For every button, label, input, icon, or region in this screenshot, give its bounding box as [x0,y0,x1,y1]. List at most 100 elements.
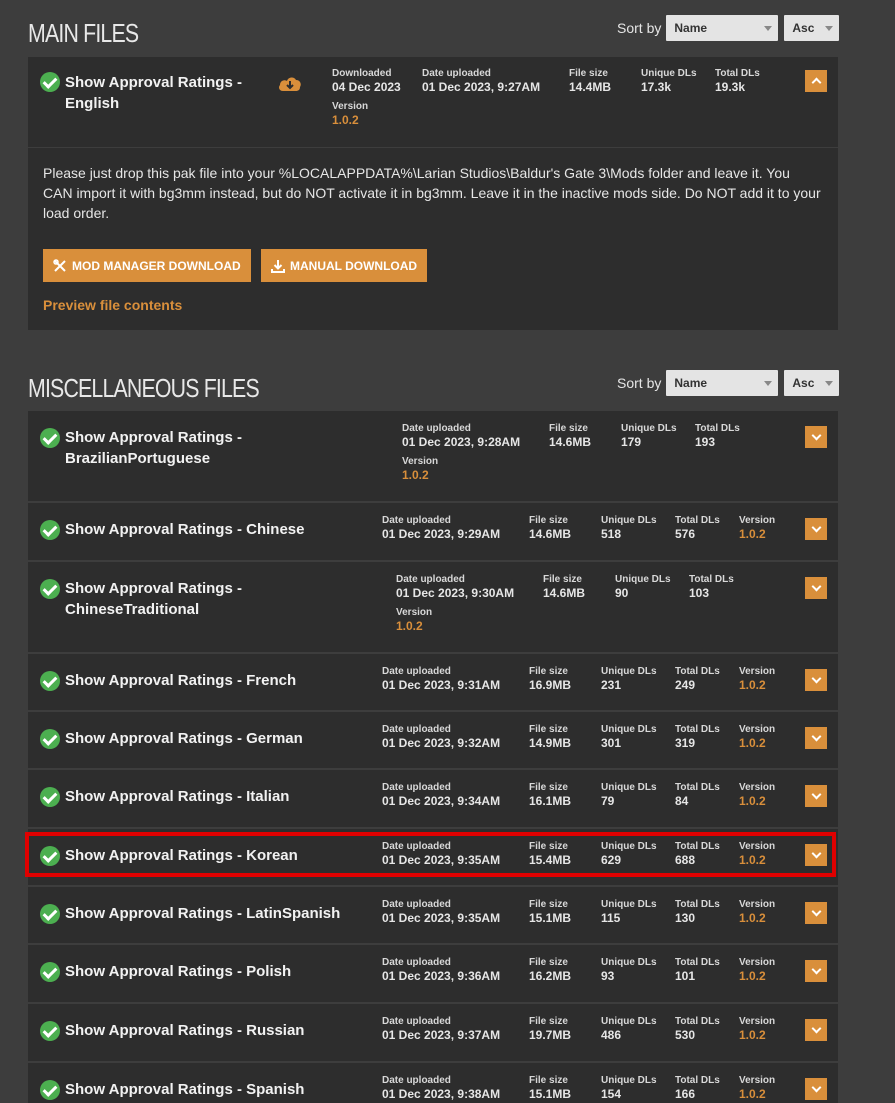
uploaded-stat: Date uploaded 01 Dec 2023, 9:32AM [382,724,500,750]
mod-manager-download-button[interactable]: MOD MANAGER DOWNLOAD [43,249,251,282]
file-name[interactable]: Show Approval Ratings - ChineseTraditiona… [65,578,242,620]
file-name[interactable]: Show Approval Ratings - LatinSpanish [65,903,340,924]
stat-value: 301 [601,736,622,750]
expand-button[interactable] [805,785,827,807]
downloaded-stat: Downloaded 04 Dec 2023 [332,68,401,94]
check-icon [40,72,60,92]
stat-value: 16.9MB [529,678,572,692]
stat-label: Date uploaded [382,666,451,677]
expand-button[interactable] [805,902,827,924]
file-row[interactable]: Show Approval Ratings - German Date uplo… [28,712,838,769]
stat-value: 01 Dec 2023, 9:31AM [382,678,501,692]
stat-label: Total DLs [675,666,720,677]
file-row[interactable]: Show Approval Ratings - Italian Date upl… [28,770,838,828]
stat-value: 1.0.2 [402,468,429,482]
file-name-line1: Show Approval Ratings - Spanish [65,1081,305,1098]
file-name[interactable]: Show Approval Ratings - Russian [65,1020,304,1041]
expand-button[interactable] [805,960,827,982]
stat-value: 179 [621,435,642,449]
stat-label: Date uploaded [382,515,451,526]
expand-button[interactable] [805,669,827,691]
stat-value: 101 [675,969,696,983]
check-icon [40,579,60,599]
uploaded-stat: Date uploaded 01 Dec 2023, 9:29AM [382,515,500,541]
check-icon [40,671,60,691]
stat-label: Total DLs [675,1075,720,1086]
size-stat: File size 14.4MB [569,68,611,94]
file-row[interactable]: Show Approval Ratings - BrazilianPortugue… [28,411,838,502]
file-name[interactable]: Show Approval Ratings - Chinese [65,519,304,540]
file-row[interactable]: Show Approval Ratings - French Date uplo… [28,654,838,711]
sort-field-select[interactable]: Name [666,370,779,396]
file-name-line1: Show Approval Ratings - LatinSpanish [65,905,341,922]
stat-value: 1.0.2 [739,911,766,925]
file-row[interactable]: Show Approval Ratings - Spanish Date upl… [28,1063,838,1103]
file-row[interactable]: Show Approval Ratings - Russian Date upl… [28,1004,838,1062]
stat-value: 1.0.2 [739,969,766,983]
expand-button[interactable] [805,1019,827,1041]
stat-label: Unique DLs [601,782,657,793]
caret-down-icon [764,381,773,386]
expand-button[interactable] [805,727,827,749]
unique-stat: Unique DLs 90 [615,574,671,600]
expand-button[interactable] [805,518,827,540]
file-row[interactable]: Show Approval Ratings - ChineseTraditiona… [28,562,838,653]
sort-field-value: Name [674,21,708,35]
stat-label: Total DLs [715,68,760,79]
sort-field-select[interactable]: Name [666,15,779,41]
stat-label: Version [396,607,433,618]
file-name[interactable]: Show Approval Ratings - French [65,670,296,691]
main-sort-controls: Sort by Name Asc [617,15,840,41]
stat-value: 319 [675,736,696,750]
stat-value: 90 [615,586,629,600]
stat-label: Total DLs [675,515,720,526]
stat-label: Total DLs [675,782,720,793]
stat-value: 01 Dec 2023, 9:36AM [382,969,501,983]
check-icon [40,962,60,982]
file-row[interactable]: Show Approval Ratings - Chinese Date upl… [28,503,838,561]
divider [28,147,838,148]
sort-order-select[interactable]: Asc [784,15,840,41]
chevron-down-icon [811,673,821,684]
collapse-button[interactable] [805,70,827,92]
stat-value: 16.1MB [529,794,572,808]
stat-label: Date uploaded [382,899,451,910]
stat-label: File size [529,1016,568,1027]
file-name[interactable]: Show Approval Ratings - BrazilianPortugue… [65,427,242,469]
expand-button[interactable] [805,1078,827,1100]
stat-label: Total DLs [689,574,734,585]
stat-label: File size [529,899,568,910]
sort-order-select[interactable]: Asc [784,370,840,396]
file-name-line1: Show Approval Ratings - French [65,672,297,689]
file-name[interactable]: Show Approval Ratings - Italian [65,786,289,807]
file-name[interactable]: Show Approval Ratings - Polish [65,961,291,982]
stat-value: 01 Dec 2023, 9:38AM [382,1087,501,1101]
size-stat: File size 14.6MB [529,515,571,541]
stat-label: Version [739,666,776,677]
stat-label: File size [569,68,608,79]
stat-label: Unique DLs [641,68,697,79]
file-row[interactable]: Show Approval Ratings - Polish Date uplo… [28,945,838,1003]
stat-label: Version [739,957,776,968]
stat-label: File size [529,724,568,735]
file-name[interactable]: Show Approval Ratings - Spanish [65,1079,304,1100]
file-name-line1: Show Approval Ratings - [65,580,242,597]
stat-label: Version [332,101,369,112]
expand-button[interactable] [805,577,827,599]
total-stat: Total DLs 319 [675,724,720,750]
uploaded-stat: Date uploaded 01 Dec 2023, 9:31AM [382,666,500,692]
expand-button[interactable] [805,426,827,448]
size-stat: File size 14.6MB [543,574,585,600]
manual-download-button[interactable]: MANUAL DOWNLOAD [261,249,428,282]
unique-stat: Unique DLs 301 [601,724,657,750]
main-files-title: MAIN FILES [28,18,139,48]
unique-stat: Unique DLs 518 [601,515,657,541]
stat-label: Unique DLs [615,574,671,585]
stat-label: File size [529,666,568,677]
file-name[interactable]: Show Approval Ratings - German [65,728,303,749]
preview-file-contents-link[interactable]: Preview file contents [43,297,182,313]
file-row[interactable]: Show Approval Ratings - LatinSpanish Dat… [28,887,838,944]
main-file-name[interactable]: Show Approval Ratings - English [65,72,242,114]
file-name-line1: Show Approval Ratings - [65,429,242,446]
stat-label: Unique DLs [601,957,657,968]
